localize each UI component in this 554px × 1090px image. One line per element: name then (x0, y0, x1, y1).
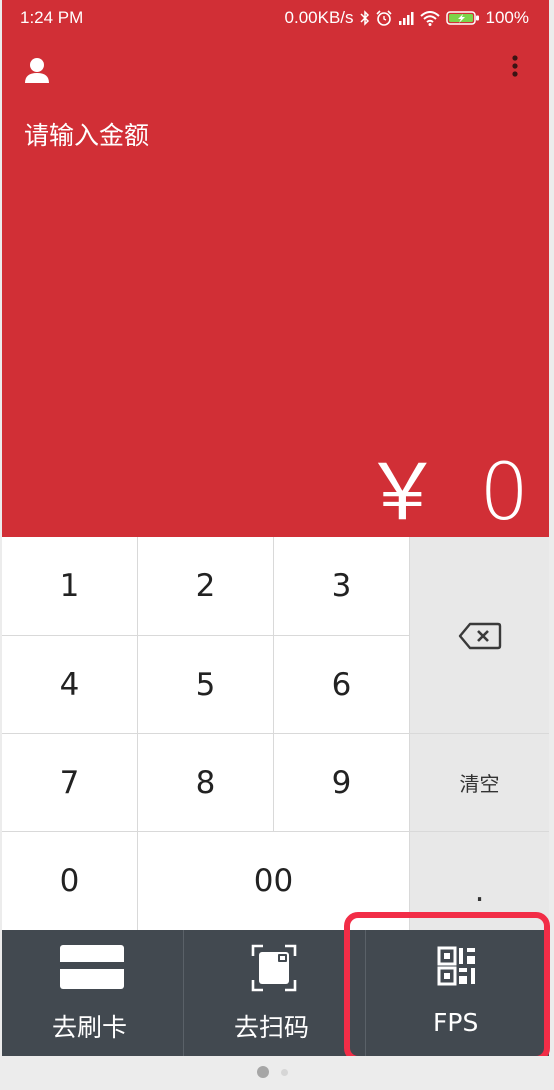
key-5[interactable]: 5 (138, 636, 273, 733)
amount-value: 0 (479, 448, 531, 538)
battery-level: 100% (485, 8, 529, 27)
page-dot-active[interactable] (257, 1066, 269, 1078)
clear-button[interactable]: 清空 (410, 734, 549, 831)
battery-charging-icon (445, 11, 479, 25)
more-vert-icon[interactable] (508, 54, 522, 80)
key-1[interactable]: 1 (2, 537, 137, 635)
status-right: 0.00KB/s 100% (285, 8, 529, 28)
page-indicator (0, 1056, 554, 1090)
amount-display: ￥ 0 (363, 430, 531, 542)
status-time: 1:24 PM (20, 8, 84, 27)
amount-header: 1:24 PM 0.00KB/s 100% 请输入金额 ￥ 0 (2, 0, 549, 538)
key-8[interactable]: 8 (138, 734, 273, 831)
key-4[interactable]: 4 (2, 636, 137, 733)
currency-symbol: ￥ (363, 448, 444, 538)
backspace-icon (458, 622, 501, 650)
tab-scan[interactable]: 去扫码 (184, 930, 365, 1056)
backspace-button[interactable] (410, 537, 549, 733)
key-7[interactable]: 7 (2, 734, 137, 831)
bluetooth-icon (359, 10, 369, 26)
key-2[interactable]: 2 (138, 537, 273, 635)
tab-scan-label: 去扫码 (234, 1013, 310, 1042)
tab-card[interactable]: 去刷卡 (2, 930, 183, 1056)
key-3[interactable]: 3 (274, 537, 409, 635)
page-dot-inactive[interactable] (281, 1069, 288, 1076)
key-9[interactable]: 9 (274, 734, 409, 831)
screen: 1:24 PM 0.00KB/s 100% 请输入金额 ￥ 0 1 2 3 4 … (0, 0, 554, 1090)
scan-icon (251, 944, 297, 992)
highlight-box (344, 912, 550, 1062)
keypad: 1 2 3 4 5 6 7 8 9 0 00 清空 . (2, 537, 549, 930)
status-bar: 1:24 PM 0.00KB/s 100% (2, 0, 549, 36)
key-6[interactable]: 6 (274, 636, 409, 733)
key-0[interactable]: 0 (2, 832, 137, 930)
alarm-icon (375, 10, 392, 26)
signal-icon (398, 12, 414, 25)
amount-prompt: 请输入金额 (24, 121, 150, 150)
network-speed: 0.00KB/s (284, 8, 354, 27)
card-icon (60, 945, 124, 989)
user-icon[interactable] (24, 56, 50, 84)
tab-card-label: 去刷卡 (52, 1013, 128, 1042)
wifi-icon (419, 10, 440, 26)
